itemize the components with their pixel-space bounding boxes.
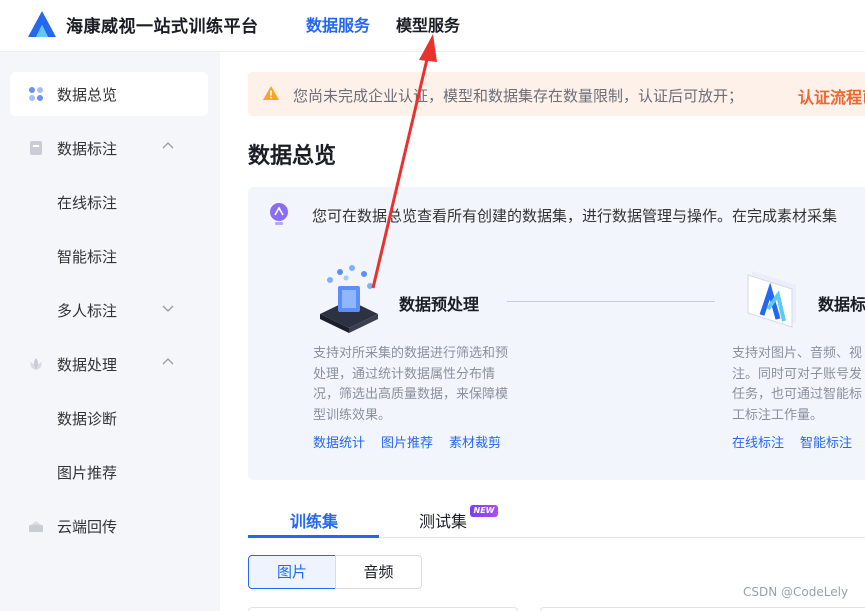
cloud-upload-icon bbox=[29, 521, 43, 532]
sidebar-item-label: 多人标注 bbox=[57, 302, 118, 320]
lightbulb-icon bbox=[270, 203, 288, 225]
top-navigation-bar: 海康威视一站式训练平台 数据服务 模型服务 bbox=[0, 0, 865, 52]
chevron-down-icon[interactable] bbox=[160, 300, 176, 316]
sidebar-item-label: 在线标注 bbox=[57, 194, 118, 212]
sidebar-item-data-overview[interactable]: 数据总览 bbox=[10, 72, 208, 116]
segment-image[interactable]: 图片 bbox=[248, 555, 336, 589]
dataset-card[interactable] bbox=[248, 607, 518, 611]
step-connector-line bbox=[507, 301, 715, 302]
chevron-up-icon[interactable] bbox=[160, 138, 176, 154]
sidebar-item-data-processing[interactable]: 数据处理 bbox=[10, 342, 208, 386]
warning-icon bbox=[263, 86, 279, 100]
watermark-text: CSDN @CodeLely bbox=[743, 585, 849, 599]
segment-audio[interactable]: 音频 bbox=[335, 555, 422, 589]
step-description-data-annotation: 支持对图片、音频、视 注。同时可对子账号发 任务，也可通过智能标 工标注工作量。 bbox=[732, 346, 863, 423]
overview-description: 您可在数据总览查看所有创建的数据集，进行数据管理与操作。在完成素材采集 bbox=[312, 207, 838, 225]
sidebar-item-multi-user-annotation[interactable]: 多人标注 bbox=[10, 288, 208, 332]
sidebar-item-label: 智能标注 bbox=[57, 248, 118, 266]
sidebar: 数据总览 数据标注 在线标注 智能标注 多人标注 数据处理 数据诊断 图片推荐 bbox=[0, 52, 220, 611]
sidebar-item-label: 云端回传 bbox=[57, 518, 118, 536]
link-smart-annotation[interactable]: 智能标注 bbox=[800, 432, 852, 451]
active-tab-indicator bbox=[248, 535, 379, 538]
sidebar-item-data-diagnosis[interactable]: 数据诊断 bbox=[10, 396, 208, 440]
sidebar-item-data-annotation[interactable]: 数据标注 bbox=[10, 126, 208, 170]
sidebar-item-smart-annotation[interactable]: 智能标注 bbox=[10, 234, 208, 278]
data-annotation-illustration-icon bbox=[747, 271, 796, 328]
sidebar-item-label: 数据总览 bbox=[57, 86, 118, 104]
sidebar-item-image-recommend[interactable]: 图片推荐 bbox=[10, 450, 208, 494]
tab-test-set[interactable]: 测试集 bbox=[419, 508, 467, 532]
certification-process-link[interactable]: 认证流程已大 bbox=[798, 84, 865, 108]
alert-text: 您尚未完成企业认证，模型和数据集存在数量限制，认证后可放开； bbox=[293, 87, 744, 105]
step-title-data-preprocessing: 数据预处理 bbox=[399, 295, 480, 314]
sidebar-item-label: 数据诊断 bbox=[57, 410, 118, 428]
tab-training-set[interactable]: 训练集 bbox=[290, 508, 338, 532]
sidebar-item-cloud-return[interactable]: 云端回传 bbox=[10, 504, 208, 548]
step-title-data-annotation: 数据标 bbox=[818, 295, 865, 314]
dataset-tabs: 训练集 测试集 NEW bbox=[248, 500, 865, 538]
sidebar-item-label: 数据处理 bbox=[57, 356, 118, 374]
dataset-card[interactable] bbox=[540, 607, 865, 611]
link-material-crop[interactable]: 素材裁剪 bbox=[449, 432, 501, 451]
sidebar-item-label: 图片推荐 bbox=[57, 464, 118, 482]
page-title: 数据总览 bbox=[248, 144, 337, 169]
tag-icon bbox=[30, 141, 42, 155]
link-online-annotation[interactable]: 在线标注 bbox=[732, 432, 784, 451]
step-description-data-preprocessing: 支持对所采集的数据进行筛选和预 处理，通过统计数据属性分布情 况，筛选出高质量数… bbox=[313, 346, 509, 423]
link-image-recommend[interactable]: 图片推荐 bbox=[381, 432, 433, 451]
link-data-statistics[interactable]: 数据统计 bbox=[313, 432, 365, 451]
sidebar-item-online-annotation[interactable]: 在线标注 bbox=[10, 180, 208, 224]
platform-brand-name[interactable]: 海康威视一站式训练平台 bbox=[66, 12, 259, 37]
overview-panel: 您可在数据总览查看所有创建的数据集，进行数据管理与操作。在完成素材采集 数据预处… bbox=[248, 187, 865, 480]
nav-model-service[interactable]: 模型服务 bbox=[396, 12, 460, 36]
lotus-icon bbox=[30, 358, 42, 370]
main-content: 您尚未完成企业认证，模型和数据集存在数量限制，认证后可放开； 认证流程已大 数据… bbox=[220, 52, 865, 611]
sidebar-item-label: 数据标注 bbox=[57, 140, 118, 158]
new-badge: NEW bbox=[470, 505, 498, 517]
grid-icon bbox=[29, 87, 43, 101]
certification-alert: 您尚未完成企业认证，模型和数据集存在数量限制，认证后可放开； 认证流程已大 bbox=[248, 72, 865, 116]
chevron-up-icon[interactable] bbox=[160, 354, 176, 370]
nav-data-service[interactable]: 数据服务 bbox=[306, 12, 370, 36]
data-preprocess-illustration-icon bbox=[320, 265, 378, 333]
platform-logo-icon[interactable] bbox=[27, 10, 57, 38]
